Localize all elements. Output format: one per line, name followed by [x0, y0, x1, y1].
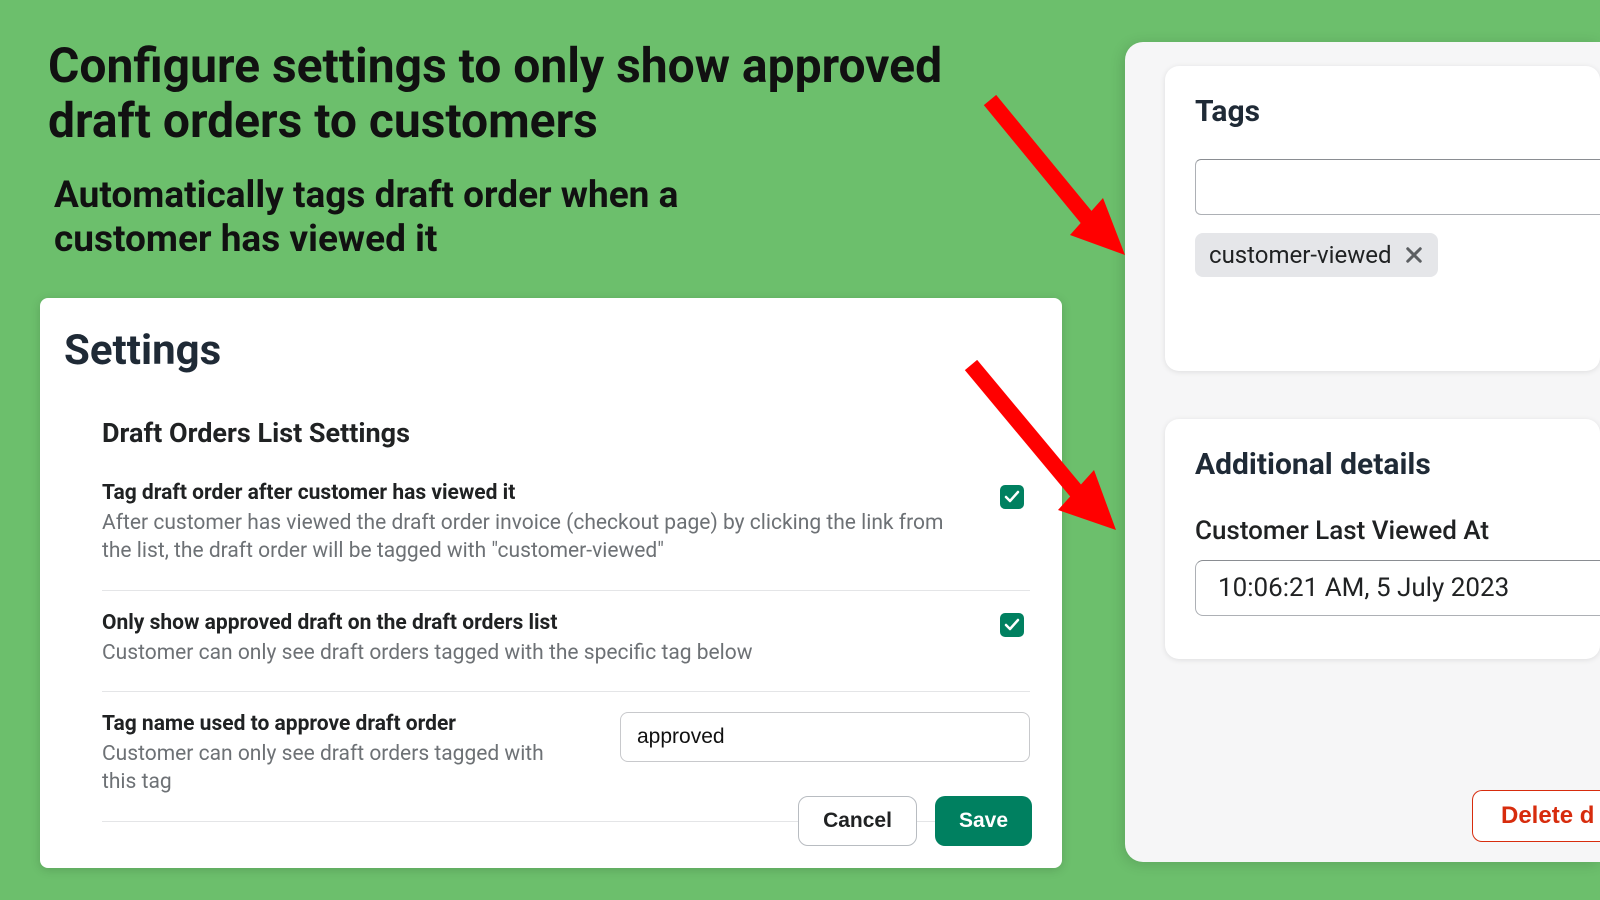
detail-label: Customer Last Viewed At	[1195, 516, 1600, 546]
settings-title: Settings	[64, 326, 1030, 375]
setting-label: Tag draft order after customer has viewe…	[102, 481, 1030, 505]
check-icon	[1004, 489, 1020, 505]
setting-label: Tag name used to approve draft order	[102, 712, 580, 736]
tags-input[interactable]	[1195, 159, 1600, 215]
setting-row-only-approved: Only show approved draft on the draft or…	[102, 591, 1030, 692]
hero-subtitle: Automatically tags draft order when a cu…	[54, 174, 754, 263]
approve-tag-input[interactable]	[620, 712, 1030, 762]
setting-label: Only show approved draft on the draft or…	[102, 611, 1030, 635]
hero-title: Configure settings to only show approved…	[48, 38, 948, 148]
close-icon[interactable]	[1404, 245, 1424, 265]
setting-desc: Customer can only see draft orders tagge…	[102, 740, 580, 797]
setting-desc: After customer has viewed the draft orde…	[102, 509, 962, 566]
setting-row-tag-viewed: Tag draft order after customer has viewe…	[102, 475, 1030, 591]
tag-chip-customer-viewed[interactable]: customer-viewed	[1195, 233, 1438, 277]
additional-details-card: Additional details Customer Last Viewed …	[1165, 419, 1600, 659]
right-pane: Tags customer-viewed Additional details …	[1125, 42, 1600, 862]
settings-body: Tag draft order after customer has viewe…	[102, 475, 1030, 822]
checkbox-only-approved[interactable]	[1000, 613, 1024, 637]
save-button[interactable]: Save	[935, 796, 1032, 846]
settings-section-title: Draft Orders List Settings	[102, 417, 1030, 449]
checkbox-tag-viewed[interactable]	[1000, 485, 1024, 509]
check-icon	[1004, 617, 1020, 633]
customer-last-viewed-value: 10:06:21 AM, 5 July 2023	[1195, 560, 1600, 616]
delete-button[interactable]: Delete d	[1472, 790, 1600, 842]
annotation-arrow-icon	[975, 95, 1125, 255]
tags-title: Tags	[1195, 94, 1600, 129]
tags-card: Tags customer-viewed	[1165, 66, 1600, 371]
details-title: Additional details	[1195, 447, 1600, 482]
tag-chip-label: customer-viewed	[1209, 241, 1392, 269]
cancel-button[interactable]: Cancel	[798, 796, 917, 846]
buttons-row: Cancel Save	[798, 796, 1032, 846]
settings-card: Settings Draft Orders List Settings Tag …	[40, 298, 1062, 868]
setting-desc: Customer can only see draft orders tagge…	[102, 639, 962, 667]
